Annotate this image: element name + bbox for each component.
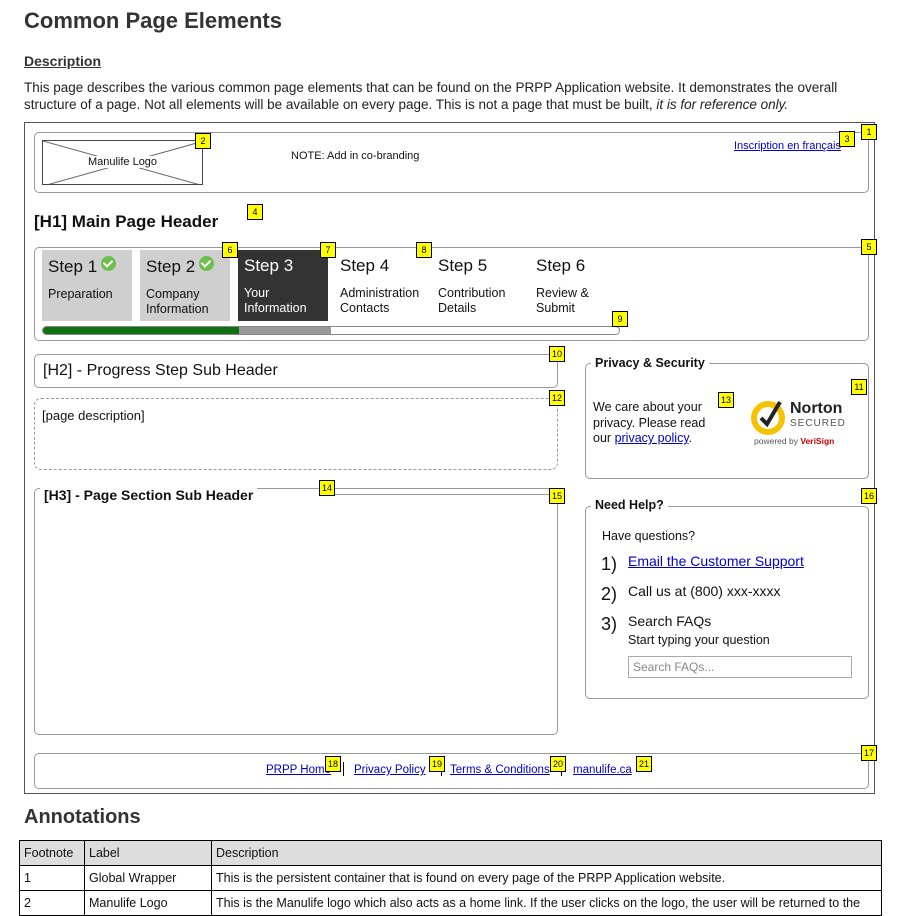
description-heading: Description bbox=[24, 53, 102, 69]
step-subtitle: Your Information bbox=[244, 286, 307, 315]
step-subtitle: Preparation bbox=[48, 287, 113, 301]
footnote-badge: 20 bbox=[550, 756, 566, 772]
footer-link[interactable]: Terms & Conditions bbox=[450, 764, 550, 776]
privacy-text: We care about your privacy. Please read … bbox=[593, 400, 723, 447]
footer-link[interactable]: PRPP Home bbox=[266, 764, 331, 776]
footnote-badge: 4 bbox=[247, 204, 263, 220]
step-title: Step 2 bbox=[146, 256, 224, 277]
annotations-header-cell: Label bbox=[84, 840, 212, 866]
footnote-badge: 10 bbox=[549, 346, 565, 362]
footnote-badge: 3 bbox=[839, 131, 855, 147]
footer-link[interactable]: Privacy Policy bbox=[354, 764, 426, 776]
annotations-header-row: Footnote Label Description bbox=[19, 840, 882, 866]
step-title: Step 3 bbox=[244, 256, 294, 275]
footnote-badge: 1 bbox=[861, 124, 877, 140]
search-faqs-input[interactable] bbox=[628, 656, 852, 678]
step-title: Step 4 bbox=[340, 256, 390, 275]
footnote-badge: 5 bbox=[861, 239, 877, 255]
help-item-text: Call us at (800) xxx-xxxx bbox=[628, 583, 781, 599]
progress-completed bbox=[43, 327, 239, 334]
help-item-number: 3) bbox=[601, 614, 618, 634]
table-cell: 2 bbox=[19, 890, 85, 916]
help-intro: Have questions? bbox=[602, 529, 696, 543]
footnote-badge: 2 bbox=[195, 133, 211, 149]
footnote-badge: 6 bbox=[222, 242, 238, 258]
table-cell: 1 bbox=[19, 865, 85, 891]
page-section-sub-header: [H3] - Page Section Sub Header bbox=[40, 487, 258, 503]
footnote-badge: 8 bbox=[416, 242, 432, 258]
table-row: 1 Global Wrapper This is the persistent co… bbox=[19, 865, 882, 891]
table-cell: This is the Manulife logo which also act… bbox=[211, 890, 882, 916]
footnote-badge: 13 bbox=[718, 392, 734, 408]
step-title: Step 6 bbox=[536, 256, 586, 275]
footnote-badge: 15 bbox=[549, 488, 565, 504]
norton-verisign: VeriSign bbox=[800, 436, 835, 446]
cobranding-note: NOTE: Add in co-branding bbox=[291, 150, 420, 162]
step-subtitle: Contribution Details bbox=[438, 286, 506, 315]
footnote-badge: 16 bbox=[861, 488, 877, 504]
step-title: Step 5 bbox=[438, 256, 488, 275]
search-hint: Start typing your question bbox=[628, 633, 770, 647]
step-subtitle: Administration Contacts bbox=[340, 286, 420, 315]
table-cell: Global Wrapper bbox=[84, 865, 212, 891]
need-help-legend: Need Help? bbox=[591, 498, 668, 512]
checkmark-icon bbox=[101, 256, 117, 271]
footer-separator bbox=[343, 762, 344, 776]
table-row: 2 Manulife Logo This is the Manulife logo … bbox=[19, 890, 882, 916]
norton-powered: powered by VeriSign bbox=[754, 436, 834, 446]
progress-bar bbox=[42, 326, 620, 335]
table-cell: Manulife Logo bbox=[84, 890, 212, 916]
annotations-title: Annotations bbox=[24, 806, 141, 828]
step-title: Step 1 bbox=[48, 256, 126, 277]
norton-powered-by: powered by bbox=[754, 436, 798, 446]
page-section-box bbox=[34, 488, 558, 735]
help-item-number: 1) bbox=[601, 554, 618, 574]
manulife-logo[interactable]: Manulife Logo bbox=[42, 140, 203, 185]
norton-secured-seal: Norton SECURED powered by VeriSign bbox=[748, 394, 858, 450]
privacy-legend: Privacy & Security bbox=[591, 356, 709, 370]
footnote-badge: 7 bbox=[320, 242, 336, 258]
help-item-number: 2) bbox=[601, 584, 618, 604]
norton-secured: SECURED bbox=[790, 418, 846, 429]
footnote-badge: 9 bbox=[612, 311, 628, 327]
step-subtitle: Company Information bbox=[146, 287, 209, 316]
footnote-badge: 11 bbox=[851, 379, 867, 395]
footnote-badge: 12 bbox=[549, 390, 565, 406]
page-description: [page description] bbox=[42, 408, 145, 423]
footnote-badge: 17 bbox=[861, 745, 877, 761]
section-header-rule bbox=[329, 494, 558, 495]
progress-step-3[interactable]: Step 3 Your Information bbox=[238, 250, 328, 321]
table-cell: This is the persistent container that is… bbox=[211, 865, 882, 891]
progress-step-sub-header: [H2] - Progress Step Sub Header bbox=[43, 362, 278, 379]
progress-step-1[interactable]: Step 1 Preparation bbox=[42, 250, 132, 321]
norton-brand: Norton bbox=[790, 400, 843, 417]
checkmark-icon bbox=[199, 256, 215, 271]
french-link[interactable]: Inscription en français bbox=[734, 140, 841, 152]
logo-label: Manulife Logo bbox=[85, 156, 160, 168]
description-emphasis: it is for reference only. bbox=[656, 97, 789, 112]
footnote-badge: 14 bbox=[319, 480, 335, 496]
annotations-header-cell: Description bbox=[211, 840, 882, 866]
footer-link[interactable]: manulife.ca bbox=[573, 764, 632, 776]
privacy-policy-link[interactable]: privacy policy bbox=[615, 431, 689, 445]
progress-step-5[interactable]: Step 5 Contribution Details bbox=[432, 250, 522, 321]
footnote-badge: 19 bbox=[429, 756, 445, 772]
annotations-header-cell: Footnote bbox=[19, 840, 85, 866]
progress-step-4[interactable]: Step 4 Administration Contacts bbox=[334, 250, 424, 321]
main-page-header: [H1] Main Page Header bbox=[34, 212, 219, 231]
footnote-badge: 18 bbox=[325, 756, 341, 772]
annotations-table: Footnote Label Description 1 Global Wrapper… bbox=[19, 840, 882, 916]
progress-step-6[interactable]: Step 6 Review & Submit bbox=[530, 250, 620, 321]
step-subtitle: Review & Submit bbox=[536, 286, 589, 315]
page-title: Common Page Elements bbox=[24, 8, 282, 33]
email-support-link[interactable]: Email the Customer Support bbox=[628, 553, 804, 569]
help-item-text: Search FAQs bbox=[628, 613, 712, 629]
footnote-badge: 21 bbox=[636, 756, 652, 772]
description-text: This page describes the various common p… bbox=[24, 79, 884, 113]
privacy-text-end: . bbox=[688, 431, 693, 445]
progress-step-2[interactable]: Step 2 Company Information bbox=[140, 250, 230, 321]
